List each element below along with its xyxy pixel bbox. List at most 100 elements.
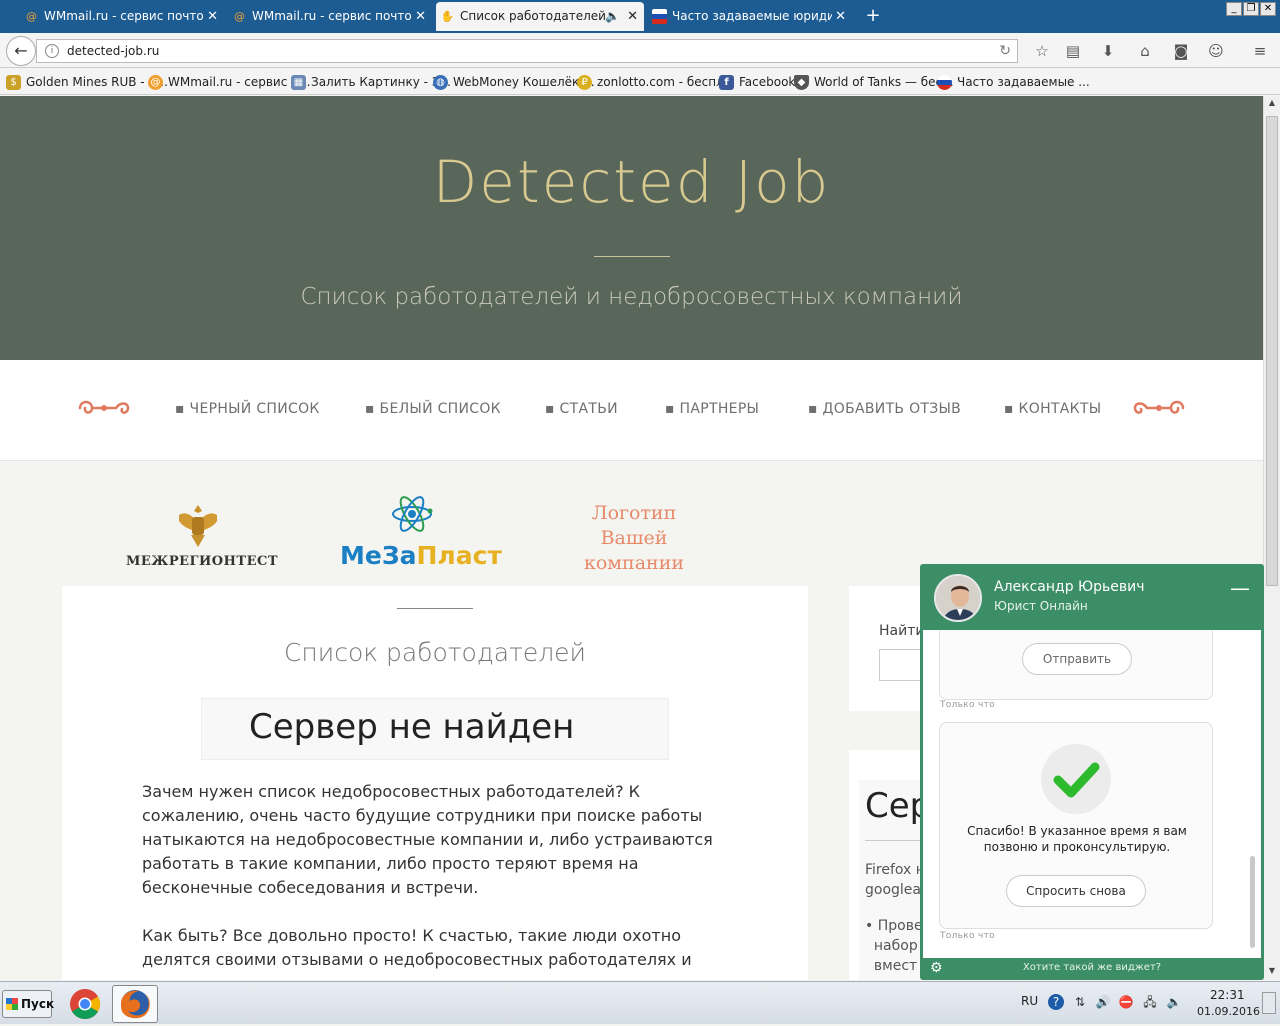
bookmark-label: WebMoney Кошелёк ... [453, 75, 595, 89]
clock-time[interactable]: 22:31 [1210, 988, 1245, 1002]
widget-promo-link[interactable]: Хотите такой же виджет? [920, 962, 1264, 973]
menu-item-contacts[interactable]: ▪ КОНТАКТЫ [1004, 401, 1101, 417]
bookmark-facebook[interactable]: f Facebook [719, 69, 795, 95]
bookmark-world-of-tanks[interactable]: ◆ World of Tanks — бес... [794, 69, 954, 95]
chat-scrollbar[interactable] [1250, 856, 1255, 948]
server-not-found-heading: Сервер не найден [249, 707, 575, 747]
tray-arrows-icon[interactable]: ⇅ [1072, 994, 1088, 1010]
address-bar[interactable]: i detected-job.ru ↻ [36, 39, 1018, 63]
site-title[interactable]: Detected Job [0, 148, 1263, 216]
agent-role: Юрист Онлайн [994, 599, 1088, 613]
menu-item-add-review[interactable]: ▪ ДОБАВИТЬ ОТЗЫВ [808, 401, 961, 417]
bookmark-faq[interactable]: Часто задаваемые ... [937, 69, 1090, 95]
at-icon: @ [234, 10, 245, 23]
frame-text-line: Firefox н [865, 862, 925, 878]
tab-employers-list[interactable]: ✋ Список работодателей 🔈 ✕ [436, 2, 644, 31]
close-icon[interactable]: ✕ [207, 2, 218, 31]
ask-again-button[interactable]: Спросить снова [1006, 875, 1146, 907]
tab-label: WMmail.ru - сервис почтовы... [252, 9, 412, 23]
network-error-icon[interactable]: ⛔ [1118, 994, 1134, 1010]
help-icon[interactable]: ? [1048, 994, 1064, 1010]
tab-label: Список работодателей [460, 9, 606, 23]
site-header: Detected Job Список работодателей и недо… [0, 96, 1263, 360]
hand-icon: ✋ [440, 10, 455, 23]
minimize-window-button[interactable]: _ [1226, 2, 1242, 16]
speaker-icon[interactable]: 🔈 [1166, 994, 1182, 1010]
tab-label: Часто задаваемые юридич... [672, 9, 832, 23]
minimize-chat-button[interactable]: — [1230, 578, 1250, 598]
taskbar-firefox[interactable] [112, 985, 158, 1023]
network-icon[interactable]: 🖧 [1142, 994, 1158, 1010]
firefox-icon [121, 990, 150, 1019]
scroll-up-icon[interactable]: ▲ [1266, 98, 1278, 110]
speaker-muted-icon[interactable]: 🔈 [605, 2, 620, 31]
reload-icon[interactable]: ↻ [999, 40, 1011, 62]
menu-item-articles[interactable]: ▪ СТАТЬИ [545, 401, 618, 417]
sidebar-frame-content[interactable]: Сер Firefox н googleac • Прове набор вмес… [859, 780, 929, 980]
globe-icon: ◍ [433, 75, 448, 90]
ornament-right-icon [1133, 400, 1185, 414]
second-paragraph: Как быть? Все довольно просто! К счастью… [142, 926, 692, 980]
bookmarks-bar: $ Golden Mines RUB - A... @ WMmail.ru - … [0, 69, 1280, 95]
chat-header[interactable]: Александр Юрьевич Юрист Онлайн — [920, 564, 1264, 630]
shield-icon: ◆ [794, 75, 809, 90]
restore-window-button[interactable]: ❐ [1243, 2, 1259, 16]
menu-item-partners[interactable]: ▪ ПАРТНЕРЫ [665, 401, 759, 417]
coin-icon: $ [6, 75, 21, 90]
bookmark-golden-mines[interactable]: $ Golden Mines RUB - A... [6, 69, 168, 95]
bookmark-label: Залить Картинку - З... [311, 75, 451, 89]
partner-logo-placeholder[interactable]: Логотип Вашей компании [560, 501, 708, 576]
scrollbar-thumb[interactable] [1266, 116, 1278, 586]
back-button[interactable]: ← [6, 36, 36, 66]
scroll-down-icon[interactable]: ▼ [1266, 966, 1278, 978]
thanks-message: Спасибо! В указанное время я вам позвоню… [967, 824, 1187, 854]
bookmark-webmoney[interactable]: ◍ WebMoney Кошелёк ... [433, 69, 595, 95]
chat-messages: Отправить Только что Спасибо! В указанно… [923, 630, 1261, 958]
gear-icon[interactable]: ⚙ [930, 960, 943, 976]
home-icon[interactable]: ⌂ [1135, 41, 1155, 61]
start-label: Пуск [21, 997, 55, 1011]
new-tab-button[interactable]: + [862, 4, 884, 28]
bookmark-wmmail[interactable]: @ WMmail.ru - сервис п... [148, 69, 310, 95]
page-scrollbar[interactable]: ▲ ▼ [1263, 96, 1280, 980]
pocket-icon[interactable]: ◙ [1171, 41, 1191, 61]
bookmark-star-icon[interactable]: ☆ [1032, 41, 1052, 61]
checkmark-icon [1041, 744, 1111, 814]
menu-icon[interactable]: ≡ [1250, 41, 1270, 61]
tab-wmmail-1[interactable]: @ WMmail.ru - сервис почтовы... ✕ [20, 2, 224, 31]
show-desktop-button[interactable] [1262, 992, 1276, 1014]
close-icon[interactable]: ✕ [835, 2, 846, 31]
windows-taskbar: Пуск RU ? ⇅ 🔊 ⛔ 🖧 🔈 22:31 01.09.2016 [0, 981, 1280, 1024]
bookmark-upload-image[interactable]: ▦ Залить Картинку - З... [291, 69, 451, 95]
bookmark-zonlotto[interactable]: ₽ zonlotto.com - беспл... [577, 69, 735, 95]
menu-label: КОНТАКТЫ [1018, 401, 1102, 417]
chat-form-bubble: Отправить [939, 630, 1213, 700]
send-button[interactable]: Отправить [1022, 643, 1132, 675]
close-window-button[interactable]: ✕ [1260, 2, 1276, 16]
image-icon: ▦ [291, 75, 306, 90]
logo-mezaplast-text: МеЗаПласт [340, 541, 502, 570]
info-icon[interactable]: i [45, 44, 59, 58]
tab-wmmail-2[interactable]: @ WMmail.ru - сервис почтовы... ✕ [228, 2, 432, 31]
close-icon[interactable]: ✕ [415, 2, 426, 31]
sidebar-search-widget: Найти [849, 586, 939, 711]
start-button[interactable]: Пуск [2, 990, 55, 1018]
intro-paragraph: Зачем нужен список недобросовестных рабо… [142, 782, 713, 897]
site-subtitle: Список работодателей и недобросовестных … [300, 284, 963, 310]
chat-icon[interactable]: ☺ [1206, 41, 1226, 61]
download-icon[interactable]: ⬇ [1098, 41, 1118, 61]
close-icon[interactable]: ✕ [627, 2, 638, 31]
menu-item-whitelist[interactable]: ▪ БЕЛЫЙ СПИСОК [365, 401, 501, 417]
content-title: Список работодателей [283, 638, 587, 667]
volume-icon[interactable]: 🔊 [1095, 994, 1111, 1010]
clock-date[interactable]: 01.09.2016 [1197, 1005, 1260, 1018]
frame-bullet-line: набор [873, 938, 918, 954]
bookmarks-list-icon[interactable]: ▤ [1063, 41, 1083, 61]
language-indicator[interactable]: RU [1021, 994, 1038, 1008]
tab-faq-legal[interactable]: Часто задаваемые юридич... ✕ [648, 2, 852, 31]
menu-item-blacklist[interactable]: ▪ ЧЕРНЫЙ СПИСОК [175, 401, 320, 417]
coin-icon: ₽ [577, 75, 592, 90]
embedded-frame[interactable]: Сервер не найден [201, 698, 669, 760]
russia-flag-icon [652, 9, 667, 24]
taskbar-chrome[interactable] [62, 985, 108, 1023]
